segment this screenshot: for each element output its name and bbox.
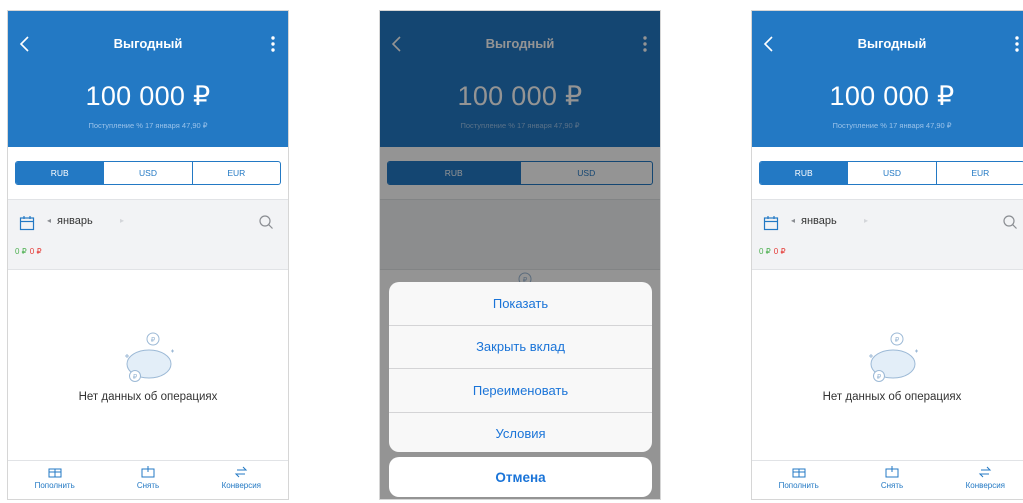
topup-label: Пополнить [778,481,819,490]
search-icon[interactable] [258,214,274,230]
operations-filter: ◂ январь ▸ 0 ₽0 ₽ [752,200,1023,270]
page-title: Выгодный [857,36,927,51]
convert-label: Конверсия [965,481,1006,490]
convert-button[interactable]: Конверсия [195,461,288,499]
show-action[interactable]: Показать [389,282,652,325]
screen-deposit: Выгодный 100 000 ₽ Поступление % 17 янва… [7,10,289,500]
search-icon[interactable] [1002,214,1018,230]
topup-label: Пополнить [34,481,75,490]
cancel-button[interactable]: Отмена [389,457,652,497]
next-month-icon[interactable]: ▸ [864,216,868,225]
convert-button[interactable]: Конверсия [939,461,1023,499]
svg-text:₽: ₽ [151,336,156,344]
prev-month-icon[interactable]: ◂ [47,216,51,225]
bottom-toolbar: Пополнить Снять Конверсия [752,460,1023,499]
topup-icon [48,468,62,478]
interest-info: Поступление % 17 января 47,90 ₽ [88,121,208,130]
close-deposit-action[interactable]: Закрыть вклад [389,324,652,369]
tab-eur[interactable]: EUR [935,162,1023,184]
svg-text:₽: ₽ [133,373,138,381]
tab-eur[interactable]: EUR [191,162,280,184]
tab-usd[interactable]: USD [847,162,935,184]
totals: 0 ₽0 ₽ [15,247,42,256]
convert-icon [979,466,992,478]
expense-total: 0 ₽ [29,247,42,256]
withdraw-button[interactable]: Снять [101,461,194,499]
topup-button[interactable]: Пополнить [8,461,101,499]
bottom-toolbar: Пополнить Снять Конверсия [8,460,288,499]
empty-state-text: Нет данных об операциях [78,391,218,403]
currency-selector-area: RUB USD EUR [8,147,288,200]
more-icon[interactable] [268,33,278,55]
header: Выгодный 100 000 ₽ Поступление % 17 янва… [752,11,1023,147]
currency-selector: RUB USD EUR [759,161,1023,185]
rename-action[interactable]: Переименовать [389,368,652,412]
income-total: 0 ₽ [759,247,771,256]
tab-rub[interactable]: RUB [760,162,848,184]
topup-button[interactable]: Пополнить [752,461,845,499]
next-month-icon[interactable]: ▸ [120,216,124,225]
tab-rub[interactable]: RUB [16,162,104,184]
piggy-bank-icon: ₽ ₽ [125,332,174,382]
withdraw-label: Снять [880,481,904,490]
withdraw-button[interactable]: Снять [845,461,938,499]
terms-action[interactable]: Условия [389,411,652,453]
currency-selector-area: RUB USD EUR [752,147,1023,200]
topup-icon [792,468,806,478]
convert-icon [235,466,248,478]
more-icon[interactable] [1012,33,1022,55]
svg-text:₽: ₽ [877,373,882,381]
screen-deposit-actions: Выгодный 100 000 ₽ Поступление % 17 янва… [379,10,661,500]
header: Выгодный 100 000 ₽ Поступление % 17 янва… [8,11,288,147]
screen-deposit: Выгодный 100 000 ₽ Поступление % 17 янва… [751,10,1023,500]
totals: 0 ₽0 ₽ [759,247,786,256]
operations-filter: ◂ январь ▸ 0 ₽0 ₽ [8,200,288,270]
balance-amount: 100 000 ₽ [829,81,955,111]
balance-amount: 100 000 ₽ [85,81,211,111]
tab-usd[interactable]: USD [103,162,191,184]
calendar-icon[interactable] [19,215,35,231]
page-title: Выгодный [113,36,183,51]
prev-month-icon[interactable]: ◂ [791,216,795,225]
withdraw-icon [885,466,899,478]
withdraw-label: Снять [136,481,160,490]
interest-info: Поступление % 17 января 47,90 ₽ [832,121,952,130]
expense-total: 0 ₽ [773,247,786,256]
empty-state-text: Нет данных об операциях [822,391,962,403]
piggy-bank-icon: ₽ ₽ [869,332,918,382]
calendar-icon[interactable] [763,215,779,231]
convert-label: Конверсия [221,481,262,490]
month-label[interactable]: январь [57,215,93,227]
income-total: 0 ₽ [15,247,27,256]
svg-text:₽: ₽ [895,336,900,344]
withdraw-icon [141,466,155,478]
action-sheet: Показать Закрыть вклад Переименовать Усл… [389,282,652,452]
currency-selector: RUB USD EUR [15,161,281,185]
month-label[interactable]: январь [801,215,837,227]
